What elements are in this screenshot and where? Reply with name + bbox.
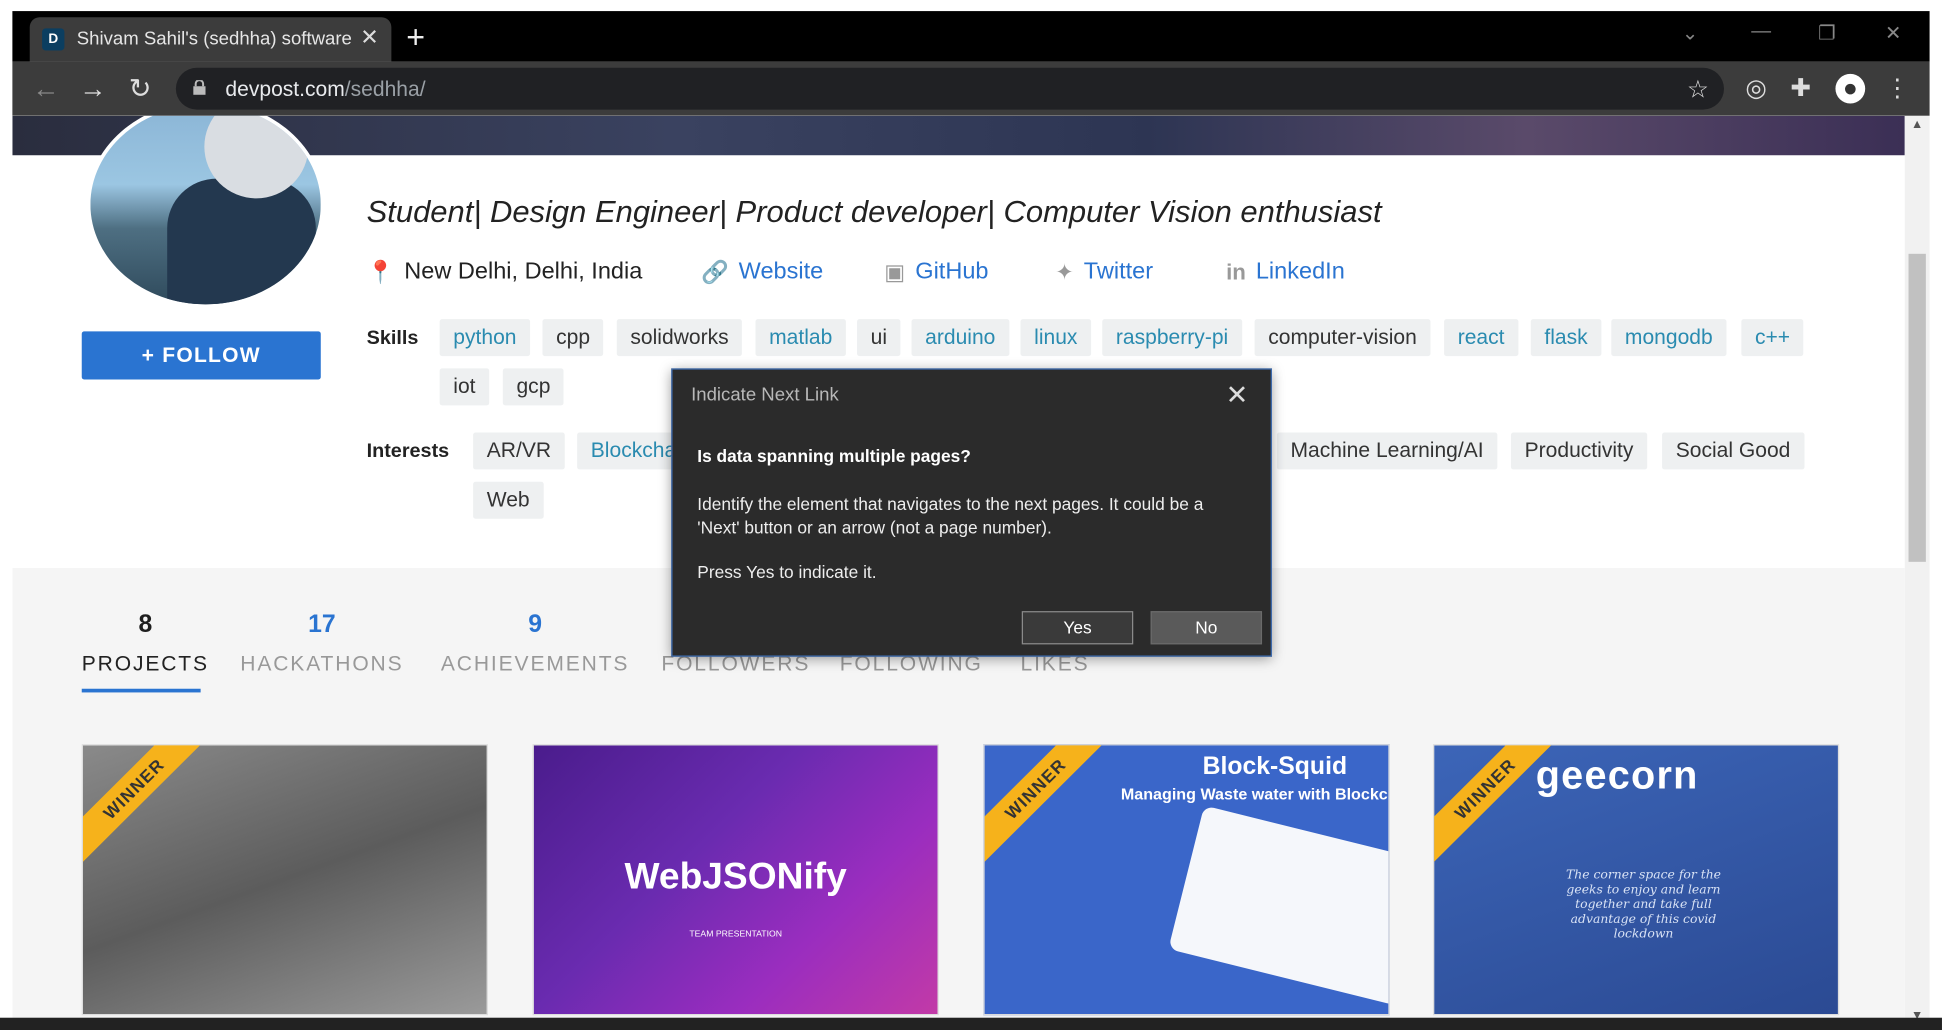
hackathons-count: 17 xyxy=(308,611,336,639)
tab-hackathons[interactable]: 17 HACKATHONS xyxy=(240,611,403,676)
browser-tab[interactable]: D Shivam Sahil's (sedhha) software ✕ xyxy=(29,17,392,62)
project-logo: geecorn xyxy=(1535,752,1699,798)
profile-avatar-icon[interactable]: ● xyxy=(1835,73,1866,104)
extensions-puzzle-icon[interactable]: ✚ xyxy=(1786,74,1816,104)
skill-chip[interactable]: flask xyxy=(1530,319,1602,357)
github-icon: ▣ xyxy=(884,259,906,284)
indicate-next-link-dialog: Indicate Next Link ✕ Is data spanning mu… xyxy=(671,368,1272,657)
skill-chip[interactable]: matlab xyxy=(755,319,846,357)
interest-chip[interactable]: Web xyxy=(473,481,544,519)
page-scrollbar[interactable]: ▲ ▼ xyxy=(1904,115,1930,1030)
interests-label: Interests xyxy=(366,441,450,463)
link-icon: 🔗 xyxy=(700,259,729,284)
browser-toolbar: ← → ↻ devpost.com/sedhha/ ☆ ◎ ✚ ● ⋮ xyxy=(12,61,1930,116)
achievements-label: ACHIEVEMENTS xyxy=(440,651,630,676)
skill-chip[interactable]: ui xyxy=(857,319,901,357)
devpost-favicon-icon: D xyxy=(42,28,65,51)
skill-chip[interactable]: arduino xyxy=(911,319,1010,357)
project-card[interactable]: Block-Squid Managing Waste water with Bl… xyxy=(983,744,1390,1016)
dialog-close-icon[interactable]: ✕ xyxy=(1226,379,1249,411)
active-tab-underline xyxy=(81,688,201,693)
tab-achievements[interactable]: 9 ACHIEVEMENTS xyxy=(441,611,629,676)
interest-chip[interactable]: Productivity xyxy=(1510,432,1648,470)
skill-chip[interactable]: linux xyxy=(1020,319,1092,357)
linkedin-link[interactable]: in LinkedIn xyxy=(1226,259,1345,286)
minimize-icon[interactable]: — xyxy=(1751,21,1771,43)
profile-avatar xyxy=(86,115,325,309)
follow-button[interactable]: + FOLLOW xyxy=(81,331,321,380)
achievements-count: 9 xyxy=(528,611,542,639)
location-pin-icon: 📍 xyxy=(366,259,395,284)
reload-icon[interactable]: ↻ xyxy=(129,73,152,105)
project-title: WebJSONify xyxy=(624,856,847,897)
project-card[interactable]: geecorn The corner space for the geeks t… xyxy=(1432,744,1840,1016)
project-title: Block-Squid xyxy=(1202,752,1348,780)
hackathons-label: HACKATHONS xyxy=(240,651,404,676)
dialog-body: Identify the element that navigates to t… xyxy=(697,494,1204,538)
skill-chip[interactable]: python xyxy=(439,319,531,357)
project-card[interactable]: WINNER xyxy=(81,744,488,1016)
screen: D Shivam Sahil's (sedhha) software ✕ + ⌄… xyxy=(0,0,1942,1030)
github-label: GitHub xyxy=(915,258,989,285)
github-link[interactable]: ▣ GitHub xyxy=(884,259,988,286)
close-window-icon[interactable]: ✕ xyxy=(1885,21,1902,46)
bottom-bar xyxy=(0,1017,1942,1030)
laptop-illustration xyxy=(1168,805,1389,1006)
twitter-label: Twitter xyxy=(1083,258,1154,285)
new-tab-icon[interactable]: + xyxy=(406,18,425,56)
avatar-body-shape xyxy=(167,178,316,305)
winner-ribbon: WINNER xyxy=(82,745,211,866)
skill-chip[interactable]: gcp xyxy=(502,368,565,406)
website-link[interactable]: 🔗 Website xyxy=(701,259,823,286)
interest-chip[interactable]: AR/VR xyxy=(473,432,565,470)
scrollbar-thumb[interactable] xyxy=(1908,253,1926,562)
browser-tab-bar: D Shivam Sahil's (sedhha) software ✕ + ⌄… xyxy=(12,11,1930,62)
dialog-question: Is data spanning multiple pages? xyxy=(697,446,971,466)
extension-target-icon[interactable]: ◎ xyxy=(1741,74,1771,104)
lock-icon xyxy=(193,80,206,95)
skills-label: Skills xyxy=(366,327,419,349)
website-label: Website xyxy=(738,258,824,285)
url-text: devpost.com/sedhha/ xyxy=(225,77,426,102)
skill-chip[interactable]: cpp xyxy=(542,319,604,357)
scroll-up-icon[interactable]: ▲ xyxy=(1911,118,1923,132)
profile-location: 📍 New Delhi, Delhi, India xyxy=(367,259,643,286)
no-button[interactable]: No xyxy=(1150,611,1263,645)
skill-chip[interactable]: react xyxy=(1444,319,1519,357)
forward-icon[interactable]: → xyxy=(79,73,106,105)
project-card[interactable]: WebJSONify TEAM PRESENTATION xyxy=(532,744,939,1016)
browser-menu-icon[interactable]: ⋮ xyxy=(1883,74,1913,104)
address-bar[interactable]: devpost.com/sedhha/ ☆ xyxy=(175,67,1724,110)
interest-chip[interactable]: Machine Learning/AI xyxy=(1276,432,1498,470)
skill-chip[interactable]: solidworks xyxy=(616,319,743,357)
project-description: The corner space for the geeks to enjoy … xyxy=(1565,868,1722,942)
restore-icon[interactable]: ❐ xyxy=(1818,21,1836,46)
linkedin-icon: in xyxy=(1226,259,1246,284)
interest-chip[interactable]: Social Good xyxy=(1662,432,1805,470)
profile-tagline: Student| Design Engineer| Product develo… xyxy=(366,194,1382,230)
skill-chip[interactable]: mongodb xyxy=(1611,319,1727,357)
back-icon[interactable]: ← xyxy=(32,73,59,105)
dialog-title: Indicate Next Link xyxy=(691,384,839,406)
skill-chip[interactable]: raspberry-pi xyxy=(1102,319,1242,357)
twitter-link[interactable]: ✦ Twitter xyxy=(1055,259,1153,286)
tab-search-icon[interactable]: ⌄ xyxy=(1682,21,1699,46)
projects-label: PROJECTS xyxy=(81,651,209,676)
twitter-icon: ✦ xyxy=(1055,259,1074,284)
project-subtitle: TEAM PRESENTATION xyxy=(689,930,782,939)
projects-count: 8 xyxy=(138,611,153,639)
skill-chip[interactable]: iot xyxy=(439,368,490,406)
winner-ribbon: WINNER xyxy=(984,745,1113,866)
yes-button[interactable]: Yes xyxy=(1021,611,1134,645)
project-subtitle: Managing Waste water with Blockch xyxy=(1120,784,1390,804)
skill-chip[interactable]: computer-vision xyxy=(1254,319,1431,357)
dialog-instruction: Press Yes to indicate it. xyxy=(697,561,877,582)
tab-projects[interactable]: 8 PROJECTS xyxy=(82,611,209,676)
close-tab-icon[interactable]: ✕ xyxy=(360,25,379,51)
tab-title: Shivam Sahil's (sedhha) software xyxy=(76,28,352,50)
bookmark-star-icon[interactable]: ☆ xyxy=(1687,74,1709,105)
skill-chip[interactable]: c++ xyxy=(1741,319,1804,357)
location-text: New Delhi, Delhi, India xyxy=(404,258,643,285)
linkedin-label: LinkedIn xyxy=(1255,258,1345,285)
